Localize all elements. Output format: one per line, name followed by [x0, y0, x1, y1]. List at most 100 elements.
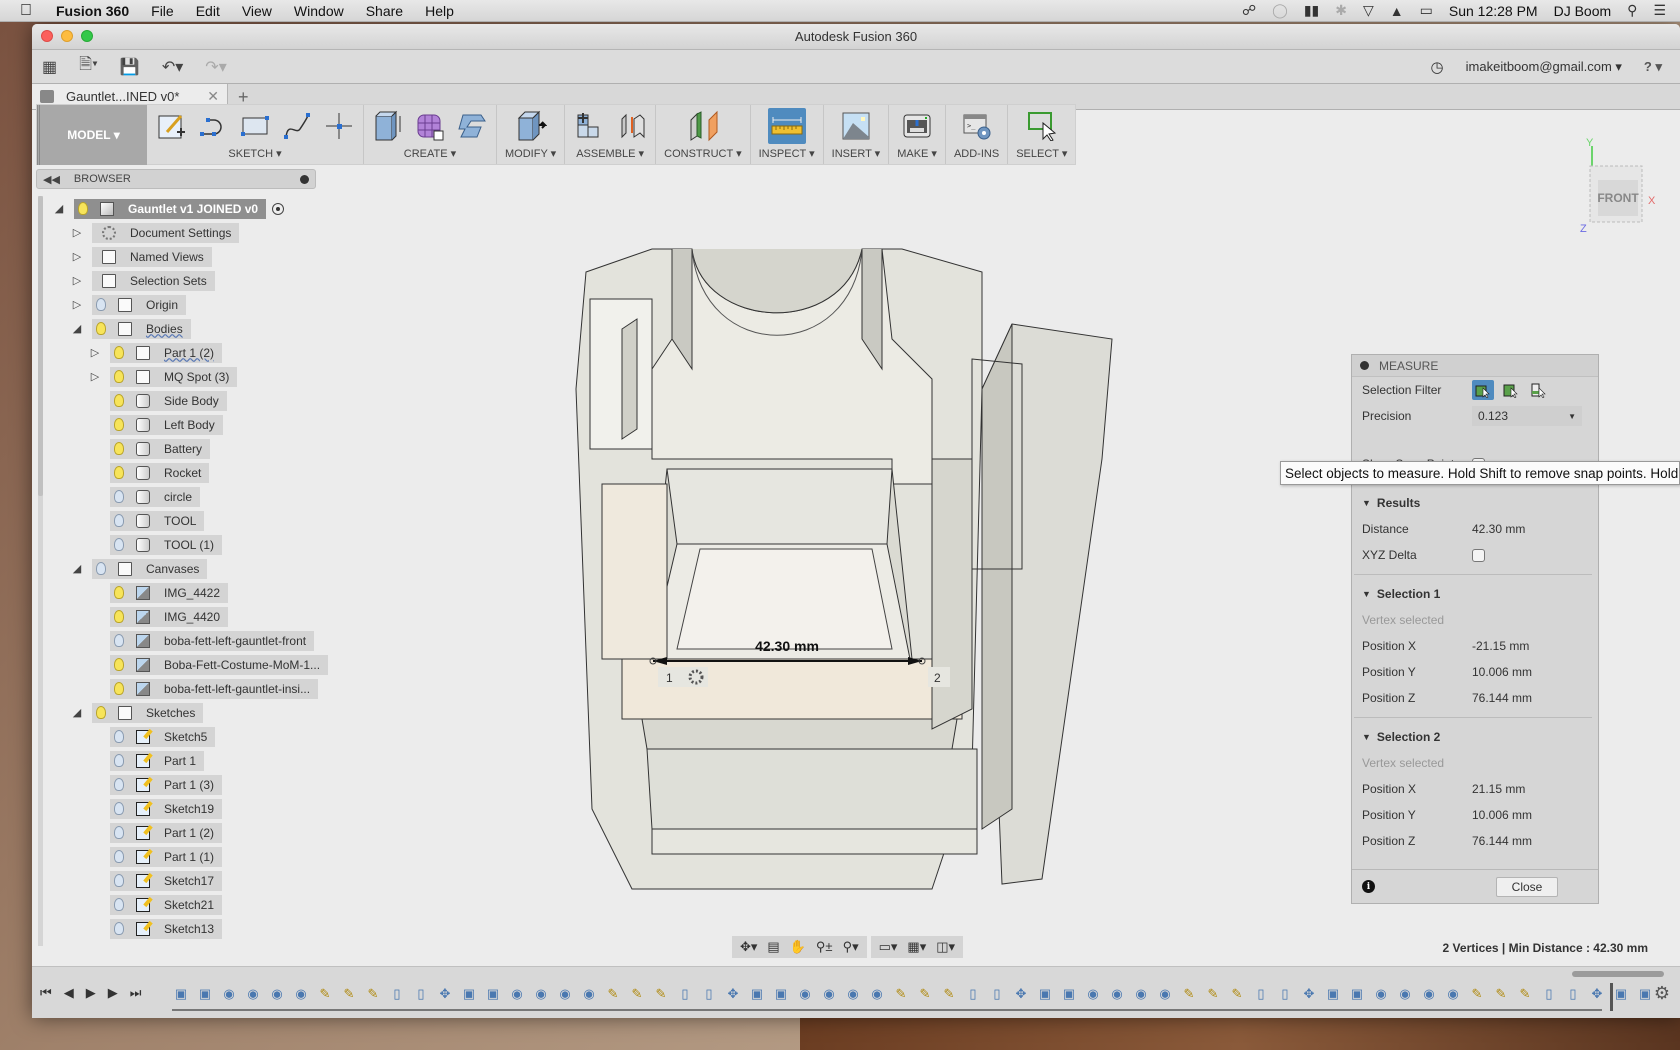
timeline-combine-feature-icon[interactable]: ▣ — [1612, 985, 1630, 1003]
timeline-joint-feature-icon[interactable]: ◉ — [1108, 985, 1126, 1003]
browser-item[interactable]: Boba-Fett-Costume-MoM-1... — [86, 654, 329, 675]
make-menu[interactable]: MAKE ▾ — [897, 146, 937, 164]
browser-item[interactable]: ▷ Part 1 (2) — [86, 342, 223, 363]
menu-edit[interactable]: Edit — [196, 3, 220, 19]
timeline-joint-feature-icon[interactable]: ◉ — [244, 985, 262, 1003]
browser-item[interactable]: Sketch19 — [86, 798, 223, 819]
collapse-triangle-icon[interactable]: ◢ — [68, 322, 86, 335]
browser-root-row[interactable]: ◢ Gauntlet v1 JOINED v0 — [50, 198, 285, 219]
extrude-icon[interactable] — [372, 110, 404, 142]
visibility-bulb-icon[interactable] — [114, 778, 124, 791]
browser-item[interactable]: Left Body — [86, 414, 223, 435]
audio-icon[interactable]: ▮▮ — [1304, 2, 1319, 19]
new-component-icon[interactable] — [573, 110, 605, 142]
user-name[interactable]: DJ Boom — [1554, 3, 1612, 19]
browser-item[interactable]: ◢ Sketches — [68, 702, 204, 723]
browser-item[interactable]: Sketch13 — [86, 918, 223, 939]
expand-triangle-icon[interactable]: ▷ — [68, 274, 86, 287]
timeline-move-feature-icon[interactable]: ✥ — [1588, 985, 1606, 1003]
sweep-icon[interactable] — [456, 110, 488, 142]
construct-menu[interactable]: CONSTRUCT ▾ — [664, 146, 741, 164]
scripts-addins-icon[interactable]: >_ — [961, 110, 993, 142]
timeline-move-feature-icon[interactable]: ✥ — [436, 985, 454, 1003]
timeline-combine-feature-icon[interactable]: ▣ — [172, 985, 190, 1003]
viewports-icon[interactable]: ◫▾ — [936, 939, 955, 955]
workspace-switcher[interactable]: MODEL ▾ — [37, 105, 147, 165]
visibility-bulb-icon[interactable] — [114, 874, 124, 887]
browser-item[interactable]: Part 1 — [86, 750, 205, 771]
insert-menu[interactable]: INSERT ▾ — [832, 146, 881, 164]
timeline-combine-feature-icon[interactable]: ▣ — [1324, 985, 1342, 1003]
collapse-triangle-icon[interactable]: ◢ — [68, 706, 86, 719]
timeline-next-icon[interactable]: ▶ — [108, 985, 118, 1001]
timeline-joint-feature-icon[interactable]: ◉ — [268, 985, 286, 1003]
timeline-last-icon[interactable]: ⏭ — [130, 985, 142, 1001]
pan-hand-icon[interactable]: ✋ — [790, 939, 806, 955]
visibility-bulb-icon[interactable] — [114, 466, 124, 479]
timeline-extrude-feature-icon[interactable]: ▯ — [988, 985, 1006, 1003]
browser-item[interactable]: Part 1 (3) — [86, 774, 223, 795]
timeline-combine-feature-icon[interactable]: ▣ — [196, 985, 214, 1003]
expand-triangle-icon[interactable]: ▷ — [68, 298, 86, 311]
browser-item[interactable]: ▷ Origin — [68, 294, 187, 315]
menu-app-name[interactable]: Fusion 360 — [56, 3, 129, 19]
zoom-icon[interactable]: ⚲± — [816, 939, 833, 955]
save-icon[interactable]: 💾 — [120, 57, 140, 77]
timeline-marker[interactable] — [1610, 983, 1613, 1011]
sync-icon[interactable]: ◯ — [1272, 2, 1288, 19]
visibility-bulb-icon[interactable] — [114, 490, 124, 503]
timeline-sketch-feature-icon[interactable]: ✎ — [316, 985, 334, 1003]
precision-dropdown[interactable]: 0.123 ▼ — [1472, 406, 1582, 426]
timeline-combine-feature-icon[interactable]: ▣ — [484, 985, 502, 1003]
timeline-sketch-feature-icon[interactable]: ✎ — [1228, 985, 1246, 1003]
browser-item[interactable]: ◢ Canvases — [68, 558, 208, 579]
selection2-section-header[interactable]: ▼ Selection 2 — [1352, 724, 1598, 750]
timeline-combine-feature-icon[interactable]: ▣ — [460, 985, 478, 1003]
press-pull-icon[interactable] — [515, 110, 547, 142]
timeline-joint-feature-icon[interactable]: ◉ — [1372, 985, 1390, 1003]
timeline-sketch-feature-icon[interactable]: ✎ — [940, 985, 958, 1003]
visibility-bulb-icon[interactable] — [114, 730, 124, 743]
timeline-extrude-feature-icon[interactable]: ▯ — [964, 985, 982, 1003]
bluetooth-icon[interactable]: ✱ — [1335, 2, 1347, 19]
timeline-combine-feature-icon[interactable]: ▣ — [1060, 985, 1078, 1003]
collapse-browser-icon[interactable]: ◀◀ — [43, 173, 60, 186]
visibility-bulb-icon[interactable] — [114, 586, 124, 599]
modify-menu[interactable]: MODIFY ▾ — [505, 146, 556, 164]
timeline-joint-feature-icon[interactable]: ◉ — [508, 985, 526, 1003]
help-menu[interactable]: ? ▾ — [1644, 59, 1662, 75]
browser-item[interactable]: circle — [86, 486, 201, 507]
select-menu[interactable]: SELECT ▾ — [1016, 146, 1067, 164]
create-menu[interactable]: CREATE ▾ — [404, 146, 456, 164]
timeline-sketch-feature-icon[interactable]: ✎ — [1516, 985, 1534, 1003]
expand-triangle-icon[interactable]: ▷ — [68, 226, 86, 239]
measure-header[interactable]: MEASURE — [1352, 355, 1598, 377]
airplay-icon[interactable]: ▲ — [1390, 3, 1404, 19]
timeline-joint-feature-icon[interactable]: ◉ — [844, 985, 862, 1003]
create-form-icon[interactable] — [414, 110, 446, 142]
visibility-bulb-icon[interactable] — [114, 850, 124, 863]
visibility-bulb-icon[interactable] — [114, 394, 124, 407]
browser-item[interactable]: ▷ Named Views — [68, 246, 212, 267]
timeline-sketch-feature-icon[interactable]: ✎ — [916, 985, 934, 1003]
fit-window-icon[interactable]: ⚲▾ — [843, 939, 859, 955]
visibility-bulb-icon[interactable] — [96, 322, 106, 335]
selection1-section-header[interactable]: ▼ Selection 1 — [1352, 581, 1598, 607]
filter-face-icon[interactable] — [1500, 380, 1522, 400]
timeline-joint-feature-icon[interactable]: ◉ — [292, 985, 310, 1003]
timeline-joint-feature-icon[interactable]: ◉ — [1156, 985, 1174, 1003]
creative-cloud-icon[interactable]: ☍ — [1242, 2, 1256, 19]
info-icon[interactable]: i — [1362, 880, 1375, 893]
browser-item[interactable]: boba-fett-left-gauntlet-insi... — [86, 678, 319, 699]
browser-item[interactable]: ◢ Bodies — [68, 318, 191, 339]
browser-item[interactable]: Sketch21 — [86, 894, 223, 915]
sketch-menu[interactable]: SKETCH ▾ — [228, 146, 281, 164]
visibility-bulb-icon[interactable] — [114, 442, 124, 455]
timeline-joint-feature-icon[interactable]: ◉ — [1420, 985, 1438, 1003]
timeline-move-feature-icon[interactable]: ✥ — [1300, 985, 1318, 1003]
assemble-menu[interactable]: ASSEMBLE ▾ — [576, 146, 644, 164]
timeline-extrude-feature-icon[interactable]: ▯ — [676, 985, 694, 1003]
window-minimize-button[interactable] — [61, 30, 73, 42]
timeline-extrude-feature-icon[interactable]: ▯ — [700, 985, 718, 1003]
results-section-header[interactable]: ▼ Results — [1352, 490, 1598, 516]
